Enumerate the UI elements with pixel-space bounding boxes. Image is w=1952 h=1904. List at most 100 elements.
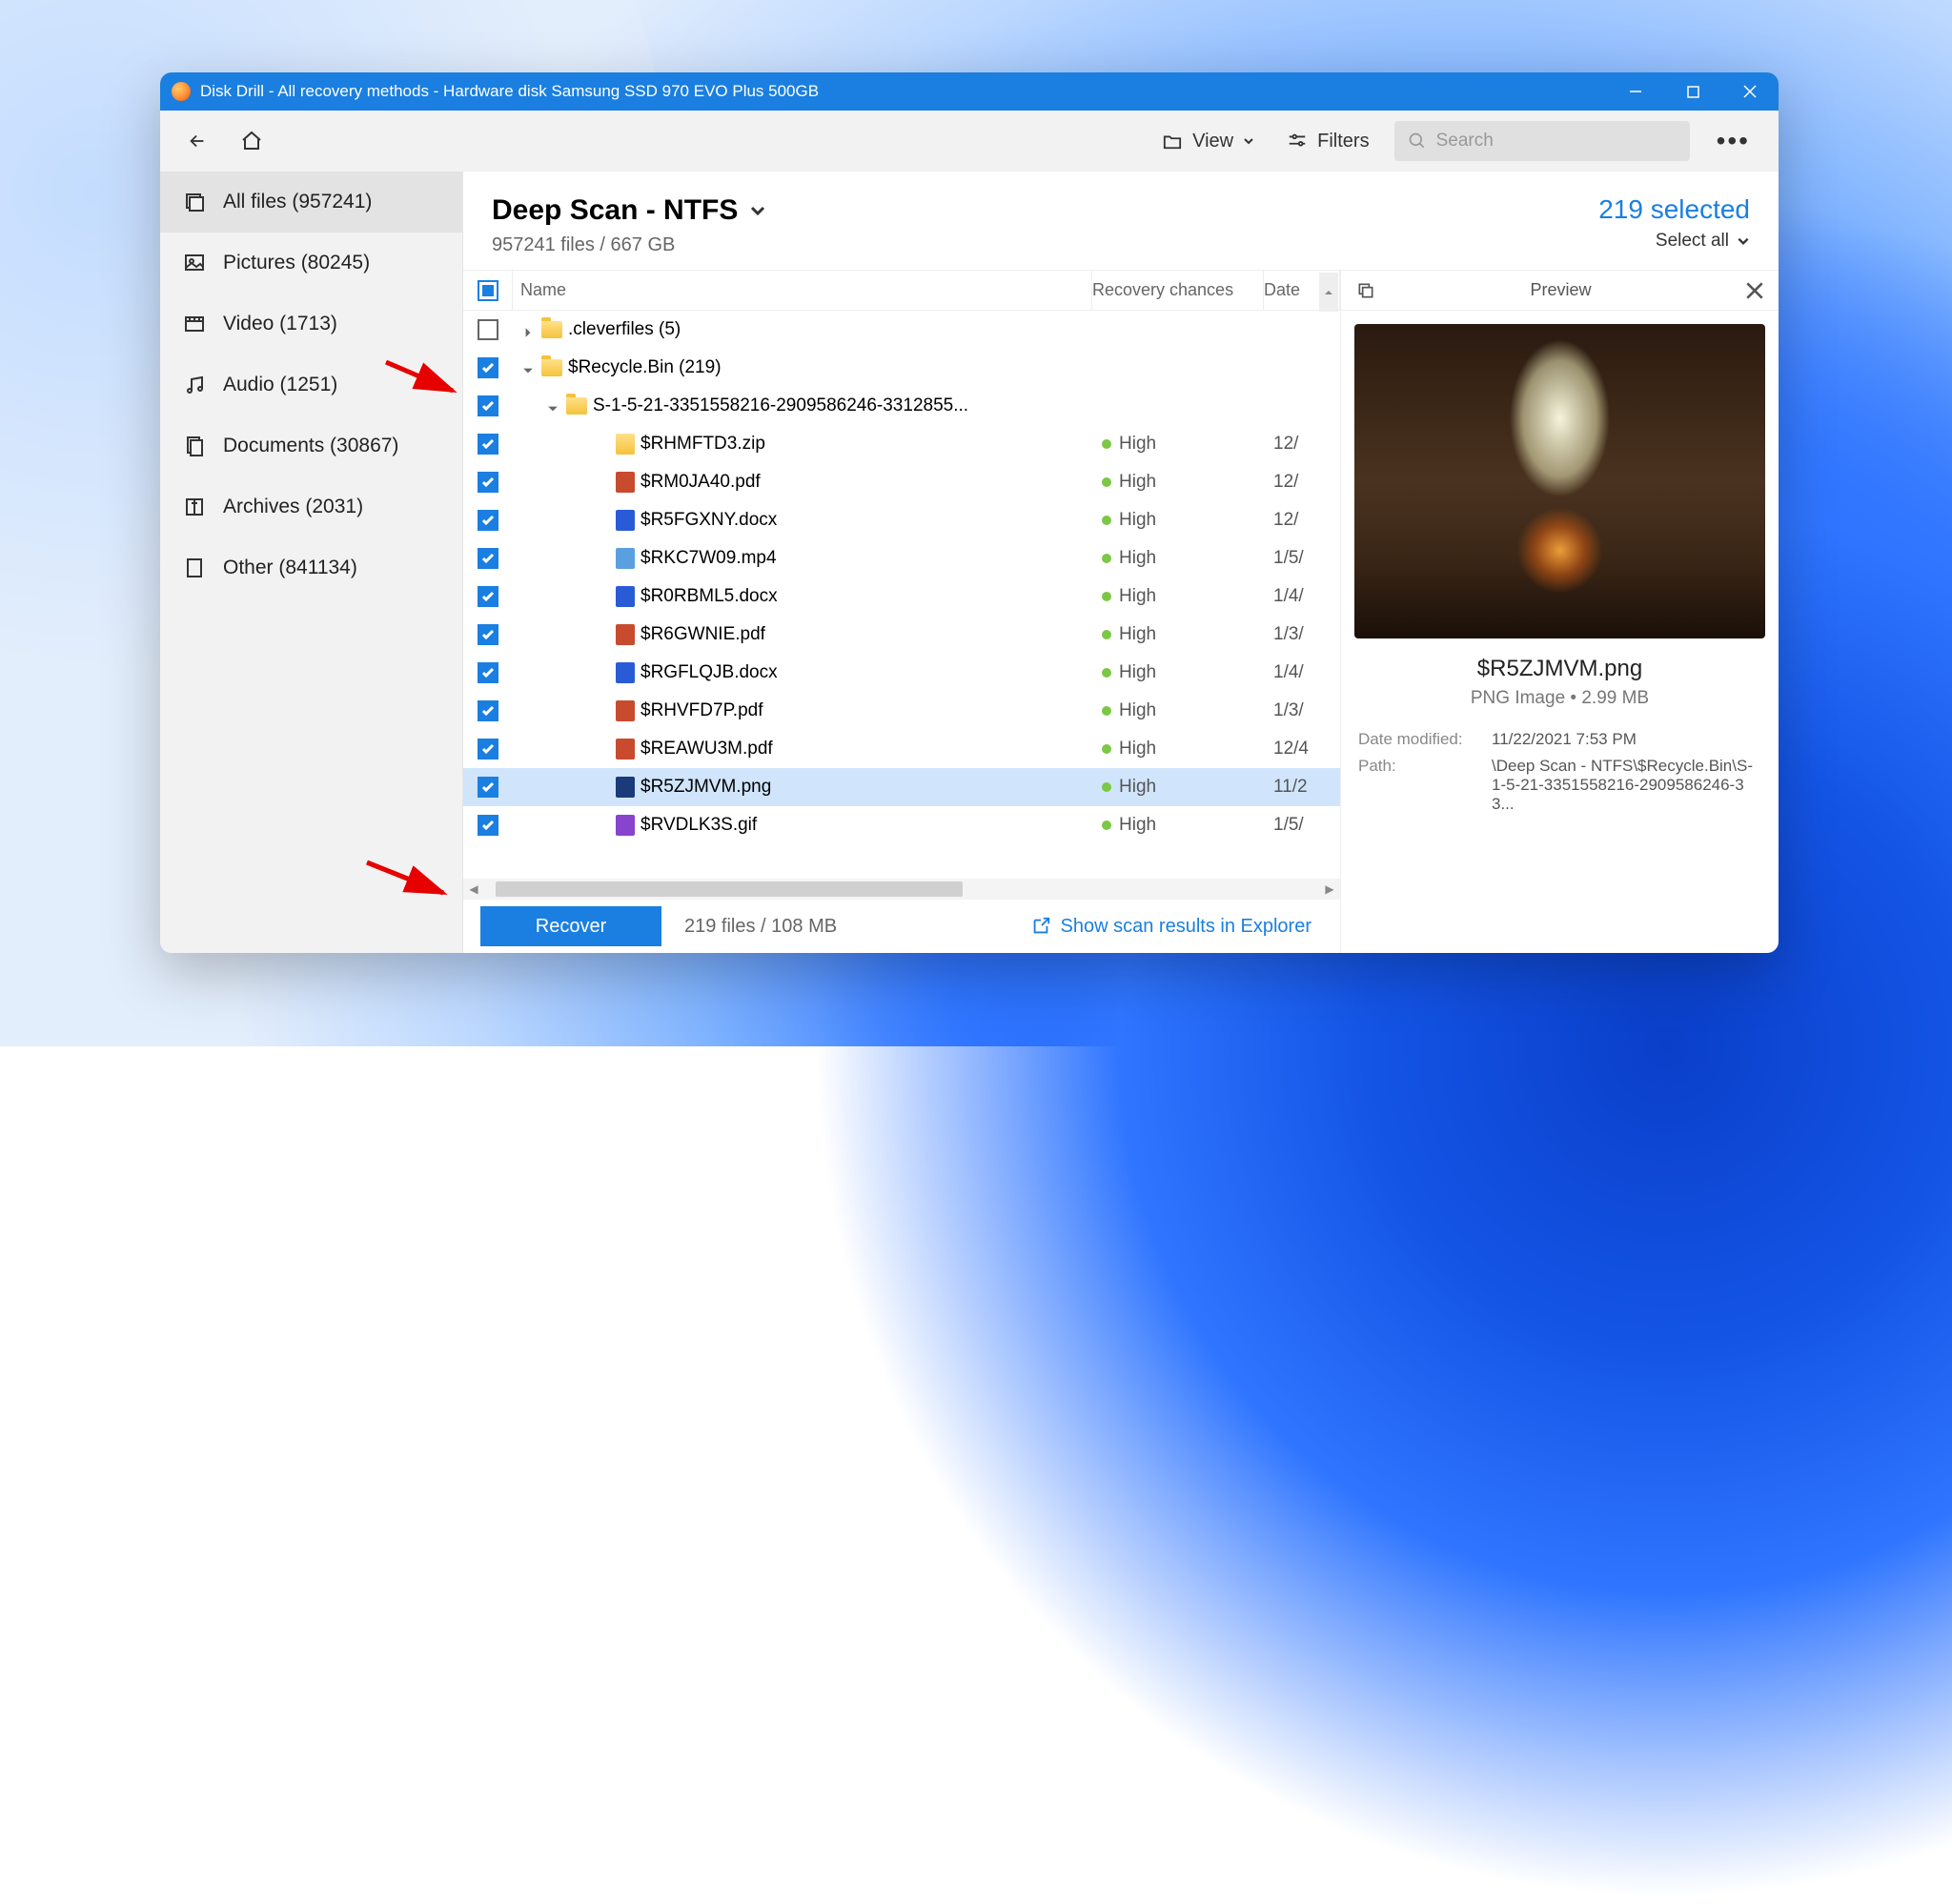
- search-input[interactable]: [1436, 131, 1677, 152]
- mp4-file-icon: [616, 548, 635, 569]
- select-all-checkbox[interactable]: [478, 280, 498, 301]
- scan-title-dropdown[interactable]: Deep Scan - NTFS: [492, 194, 766, 227]
- file-date: 12/: [1273, 472, 1340, 493]
- scroll-thumb[interactable]: [496, 881, 963, 897]
- sidebar-item-audio[interactable]: Audio (1251): [160, 354, 462, 415]
- show-in-explorer-link[interactable]: Show scan results in Explorer: [1030, 916, 1340, 938]
- view-dropdown[interactable]: View: [1154, 125, 1262, 158]
- status-dot-icon: [1102, 782, 1111, 792]
- expand-caret[interactable]: [522, 361, 536, 375]
- other-icon: [183, 557, 206, 579]
- table-row[interactable]: $R0RBML5.docxHigh1/4/: [463, 577, 1340, 616]
- audio-icon: [183, 374, 206, 396]
- file-date: 1/3/: [1273, 700, 1340, 721]
- external-link-icon: [1030, 916, 1051, 937]
- horizontal-scrollbar[interactable]: ◀ ▶: [463, 879, 1340, 900]
- file-name: $RGFLQJB.docx: [640, 662, 778, 683]
- table-row[interactable]: $RHMFTD3.zipHigh12/: [463, 425, 1340, 463]
- pdf-file-icon: [616, 624, 635, 645]
- table-row[interactable]: $R5FGXNY.docxHigh12/: [463, 501, 1340, 539]
- table-row[interactable]: $RGFLQJB.docxHigh1/4/: [463, 654, 1340, 692]
- expand-caret[interactable]: [547, 399, 560, 413]
- status-dot-icon: [1102, 592, 1111, 601]
- zip-file-icon: [616, 434, 635, 455]
- column-recovery[interactable]: Recovery chances: [1092, 271, 1264, 310]
- sidebar-item-label: All files (957241): [223, 191, 372, 213]
- row-checkbox[interactable]: [478, 510, 498, 531]
- sidebar-item-archives[interactable]: Archives (2031): [160, 476, 462, 537]
- status-dot-icon: [1102, 516, 1111, 525]
- table-row[interactable]: S-1-5-21-3351558216-2909586246-3312855..…: [463, 387, 1340, 425]
- file-name: $R0RBML5.docx: [640, 586, 778, 607]
- scan-title: Deep Scan - NTFS: [492, 194, 738, 227]
- scroll-left-button[interactable]: ◀: [463, 881, 484, 898]
- row-checkbox[interactable]: [478, 319, 498, 340]
- row-checkbox[interactable]: [478, 815, 498, 836]
- row-checkbox[interactable]: [478, 739, 498, 760]
- table-row[interactable]: $RKC7W09.mp4High1/5/: [463, 539, 1340, 577]
- search-box[interactable]: [1394, 121, 1690, 161]
- scroll-up-button[interactable]: [1319, 273, 1338, 312]
- scan-stats: 957241 files / 667 GB: [492, 234, 766, 256]
- recover-label: Recover: [536, 916, 606, 938]
- maximize-button[interactable]: [1664, 72, 1721, 111]
- recover-button[interactable]: Recover: [480, 906, 661, 946]
- row-checkbox[interactable]: [478, 395, 498, 416]
- footer: Recover 219 files / 108 MB Show scan res…: [463, 900, 1340, 953]
- sidebar-item-label: Documents (30867): [223, 435, 398, 457]
- close-preview-button[interactable]: [1746, 282, 1763, 299]
- recovery-chance: High: [1119, 510, 1156, 531]
- table-row[interactable]: $RVDLK3S.gifHigh1/5/: [463, 806, 1340, 844]
- table-row[interactable]: $REAWU3M.pdf High 12/4: [463, 730, 1340, 768]
- row-checkbox[interactable]: [478, 586, 498, 607]
- file-name: $REAWU3M.pdf: [640, 739, 773, 760]
- select-all-dropdown[interactable]: Select all: [1598, 231, 1750, 252]
- table-row[interactable]: $RM0JA40.pdfHigh12/: [463, 463, 1340, 501]
- sidebar-item-documents[interactable]: Documents (30867): [160, 415, 462, 476]
- more-menu-button[interactable]: •••: [1707, 126, 1759, 156]
- toolbar: View Filters •••: [160, 111, 1779, 172]
- file-name: $R6GWNIE.pdf: [640, 624, 765, 645]
- select-all-label: Select all: [1656, 231, 1729, 252]
- minimize-button[interactable]: [1607, 72, 1664, 111]
- filters-button[interactable]: Filters: [1279, 125, 1376, 158]
- table-row[interactable]: $R5ZJMVM.pngHigh11/2: [463, 768, 1340, 806]
- column-name[interactable]: Name: [513, 271, 1092, 310]
- recovery-chance: High: [1119, 777, 1156, 798]
- table-row[interactable]: $Recycle.Bin (219): [463, 349, 1340, 387]
- sidebar-item-all-files[interactable]: All files (957241): [160, 172, 462, 233]
- row-checkbox[interactable]: [478, 434, 498, 455]
- table-row[interactable]: .cleverfiles (5): [463, 311, 1340, 349]
- row-checkbox[interactable]: [478, 700, 498, 721]
- row-checkbox[interactable]: [478, 548, 498, 569]
- recovery-chance: High: [1119, 739, 1156, 760]
- row-checkbox[interactable]: [478, 472, 498, 493]
- preview-filename: $R5ZJMVM.png: [1341, 656, 1779, 682]
- sidebar-item-video[interactable]: Video (1713): [160, 294, 462, 354]
- file-date: 1/3/: [1273, 624, 1340, 645]
- status-dot-icon: [1102, 630, 1111, 639]
- file-date: 12/4: [1273, 739, 1340, 760]
- file-date: 1/5/: [1273, 815, 1340, 836]
- home-button[interactable]: [233, 124, 271, 158]
- scroll-right-button[interactable]: ▶: [1319, 881, 1340, 898]
- file-name: $RKC7W09.mp4: [640, 548, 777, 569]
- recovery-chance: High: [1119, 586, 1156, 607]
- status-dot-icon: [1102, 706, 1111, 716]
- file-date: 11/2: [1273, 777, 1340, 798]
- close-button[interactable]: [1721, 72, 1779, 111]
- titlebar[interactable]: Disk Drill - All recovery methods - Hard…: [160, 72, 1779, 111]
- row-checkbox[interactable]: [478, 357, 498, 378]
- file-name: $RHMFTD3.zip: [640, 434, 765, 455]
- row-checkbox[interactable]: [478, 777, 498, 798]
- sidebar-item-other[interactable]: Other (841134): [160, 537, 462, 598]
- sidebar-item-label: Pictures (80245): [223, 252, 370, 274]
- table-row[interactable]: $R6GWNIE.pdfHigh1/3/: [463, 616, 1340, 654]
- copy-icon[interactable]: [1356, 281, 1375, 300]
- back-button[interactable]: [179, 125, 215, 157]
- row-checkbox[interactable]: [478, 624, 498, 645]
- expand-caret[interactable]: [522, 323, 536, 336]
- table-row[interactable]: $RHVFD7P.pdfHigh1/3/: [463, 692, 1340, 730]
- row-checkbox[interactable]: [478, 662, 498, 683]
- sidebar-item-pictures[interactable]: Pictures (80245): [160, 233, 462, 294]
